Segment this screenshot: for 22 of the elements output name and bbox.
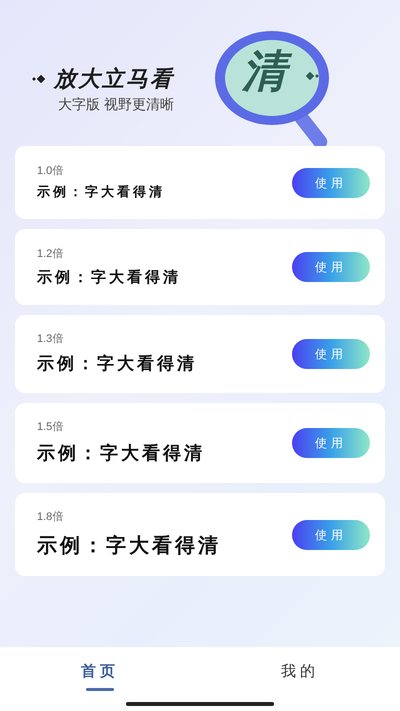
nav-tab[interactable]: 首页 [0,647,200,711]
dots-icon [306,72,320,80]
use-button[interactable]: 使用 [292,252,370,282]
use-button[interactable]: 使用 [292,520,370,550]
dots-icon [32,74,46,82]
lens-text: 清 [236,46,292,99]
sample-text: 示例：字大看得清 [37,532,221,559]
nav-tab[interactable]: 我的 [200,647,400,711]
sample-text: 示例：字大看得清 [37,267,181,288]
scale-label: 1.2倍 [37,246,64,262]
scale-label: 1.0倍 [37,164,64,178]
banner-title: 放大立马看 [54,65,174,93]
scale-label: 1.3倍 [37,332,64,347]
sample-text: 示例：字大看得清 [37,442,205,466]
sample-text: 示例：字大看得清 [37,352,197,376]
use-button[interactable]: 使用 [292,339,370,369]
banner-subtitle: 大字版 视野更清晰 [58,95,174,114]
use-button[interactable]: 使用 [292,168,370,198]
use-button[interactable]: 使用 [292,428,370,458]
scale-label: 1.8倍 [37,510,64,526]
scale-label: 1.5倍 [37,420,64,436]
sample-text: 示例：字大看得清 [37,184,165,202]
